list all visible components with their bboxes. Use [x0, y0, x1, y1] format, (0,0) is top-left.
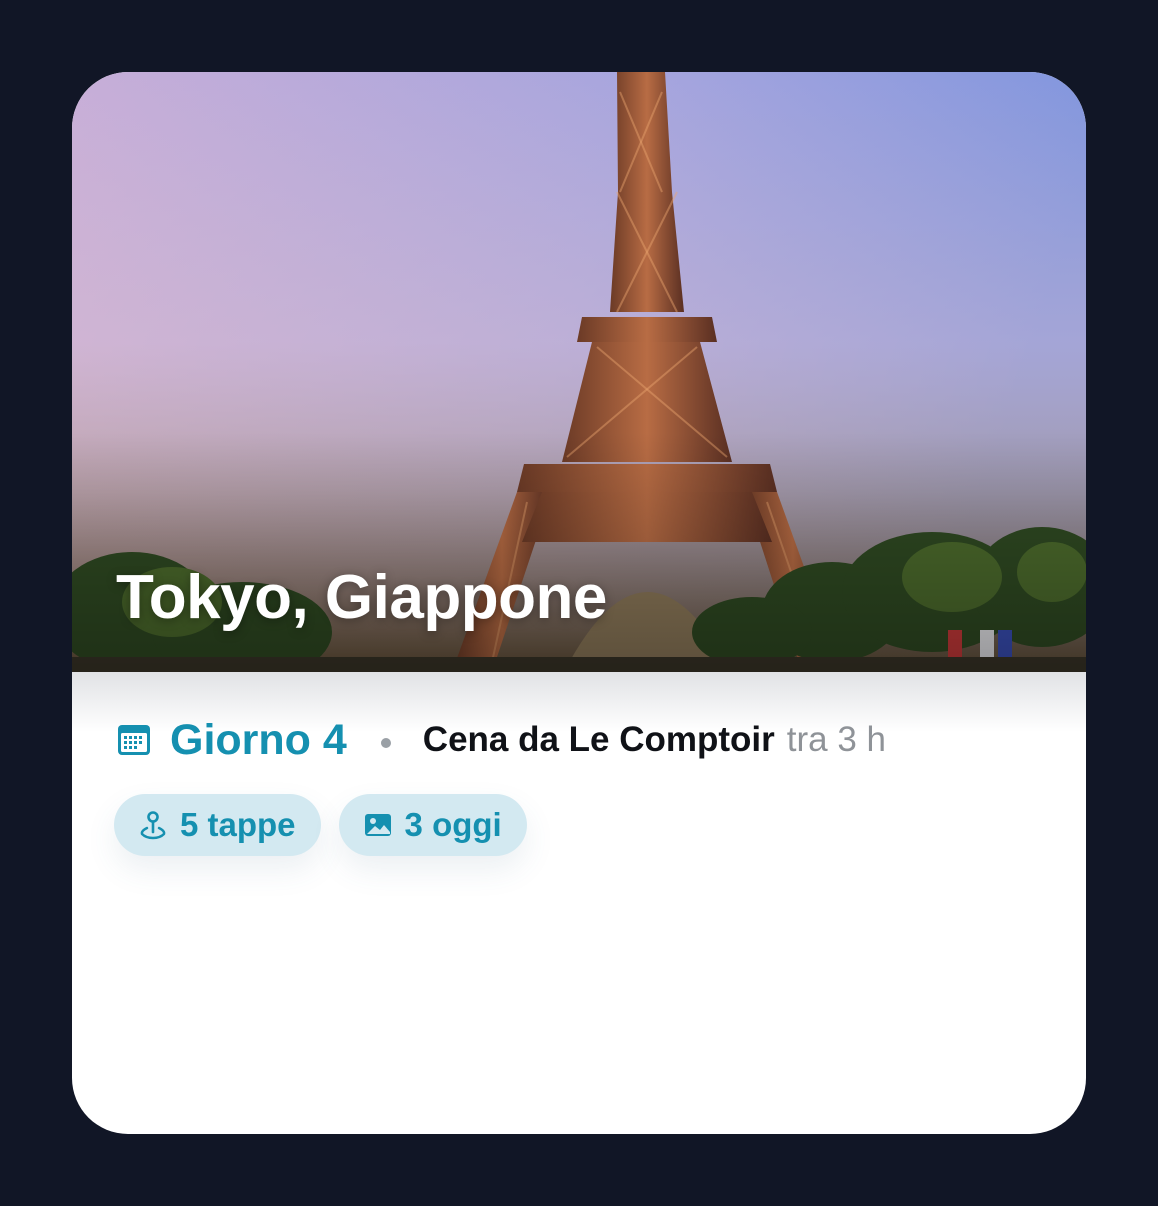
image-icon [364, 814, 391, 836]
calendar-icon [118, 725, 150, 755]
hero-image: Tokyo, Giappone [72, 72, 1086, 672]
trip-status-row: Giorno 4 Cena da Le Comptoir tra 3 h [116, 712, 886, 768]
next-event-eta: tra 3 h [786, 720, 887, 759]
next-event-name: Cena da Le Comptoir [422, 720, 775, 759]
separator-dot [380, 738, 391, 748]
destination-title: Tokyo, Giappone [116, 563, 607, 632]
stops-chip-label: 5 tappe [180, 806, 296, 843]
day-label: Giorno 4 [170, 715, 347, 764]
map-pin-icon [140, 811, 166, 840]
trip-chips: 5 tappe 3 oggi [114, 794, 545, 856]
photos-chip[interactable]: 3 oggi [338, 794, 527, 856]
stops-chip[interactable]: 5 tappe [114, 794, 321, 856]
photos-chip-label: 3 oggi [404, 806, 502, 843]
trip-card[interactable]: Tokyo, Giappone Giorno 4 Cena da Le Comp… [72, 72, 1086, 1134]
